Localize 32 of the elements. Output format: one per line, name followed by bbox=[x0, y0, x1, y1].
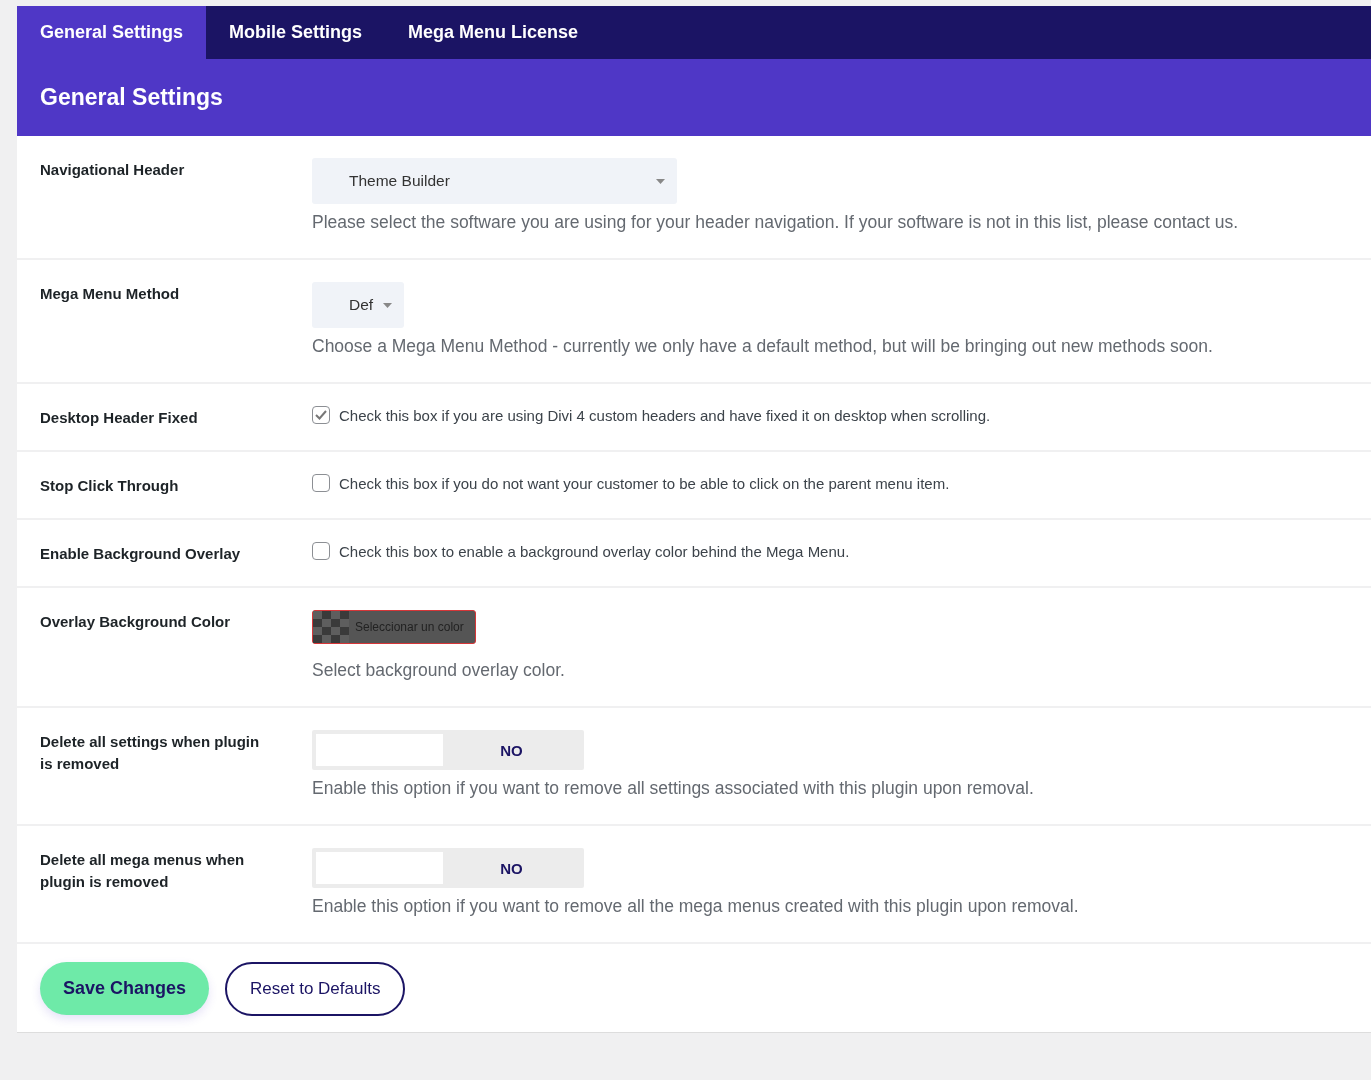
checkerboard-icon bbox=[313, 611, 349, 643]
description: Choose a Mega Menu Method - currently we only have a default method, but will be bringing out new methods soon. bbox=[312, 335, 1213, 358]
save-changes-button[interactable]: Save Changes bbox=[40, 962, 210, 1015]
setting-label: Delete all mega menus when plugin is removed bbox=[40, 850, 246, 892]
description: Check this box if you do not want your customer to be able to click on the parent menu item. bbox=[339, 474, 950, 492]
checkbox[interactable] bbox=[312, 406, 330, 424]
tab[interactable]: General Settings bbox=[17, 6, 207, 59]
description: Check this box to enable a background overlay color behind the Mega Menu. bbox=[339, 542, 850, 560]
setting-label: Stop Click Through bbox=[40, 476, 180, 496]
checkbox[interactable] bbox=[312, 474, 330, 492]
setting-label: Overlay Background Color bbox=[40, 612, 232, 632]
tab[interactable]: Mobile Settings bbox=[206, 6, 386, 59]
description: Select background overlay color. bbox=[312, 659, 565, 682]
setting-label: Desktop Header Fixed bbox=[40, 408, 199, 428]
toggle-switch[interactable]: NO bbox=[312, 848, 584, 888]
setting-label: Delete all settings when plugin is removed bbox=[40, 732, 261, 774]
toggle-switch[interactable]: NO bbox=[312, 730, 584, 770]
description: Please select the software you are using for your header navigation. If your software is not in this list, please contact us. bbox=[312, 211, 1239, 234]
dropdown[interactable]: Theme Builder bbox=[312, 158, 677, 204]
caret-icon bbox=[656, 178, 665, 184]
setting-label: Mega Menu Method bbox=[40, 284, 181, 304]
description: Enable this option if you want to remove all settings associated with this plugin upon removal. bbox=[312, 777, 1034, 800]
checkbox[interactable] bbox=[312, 542, 330, 560]
tab[interactable]: Mega Menu License bbox=[385, 6, 602, 59]
reset-button[interactable]: Reset to Defaults bbox=[225, 962, 406, 1016]
dropdown[interactable]: Def bbox=[312, 282, 405, 328]
setting-label: Enable Background Overlay bbox=[40, 544, 242, 564]
description: Enable this option if you want to remove all the mega menus created with this plugin upon removal. bbox=[312, 895, 1079, 918]
description: Check this box if you are using Divi 4 custom headers and have fixed it on desktop when scrolling. bbox=[339, 406, 991, 424]
caret-icon bbox=[383, 302, 393, 308]
setting-label: Navigational Header bbox=[40, 160, 186, 180]
section-title: General Settings bbox=[40, 84, 223, 111]
